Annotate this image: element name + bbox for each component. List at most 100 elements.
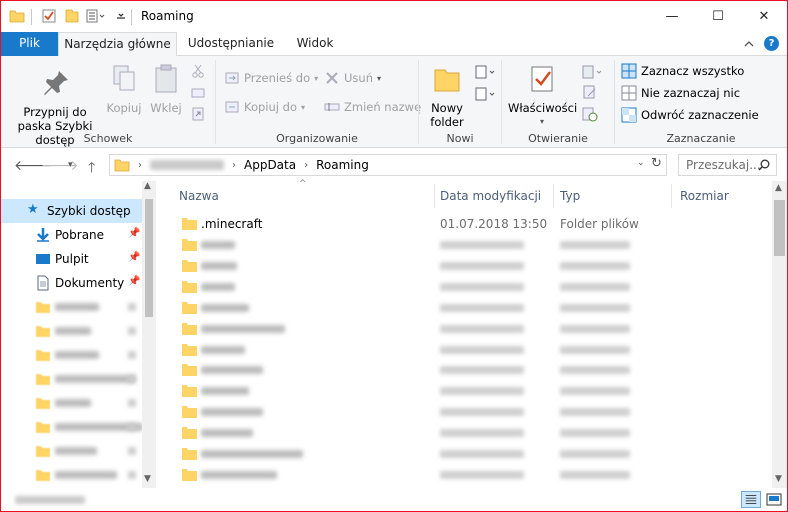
table-row[interactable] <box>174 381 771 402</box>
pin-icon[interactable]: 📌 <box>128 228 140 239</box>
edit-icon[interactable] <box>582 84 598 100</box>
rename-button[interactable]: Zmień nazwę <box>324 97 421 117</box>
table-row[interactable] <box>174 277 771 298</box>
scroll-down-icon[interactable]: ▼ <box>144 474 151 484</box>
folder-icon <box>9 10 25 23</box>
properties-quick-icon[interactable] <box>41 8 57 24</box>
copy-to-button[interactable]: Kopiuj do ▾ <box>224 97 305 117</box>
search-input[interactable]: Przeszukaj... <box>678 154 777 176</box>
file-list: ^ Nazwa Data modyfikacji Typ Rozmiar .mi… <box>158 179 787 488</box>
up-arrow-icon[interactable]: 🡑 <box>88 157 95 181</box>
customize-quick-icon[interactable] <box>86 8 106 24</box>
nav-item-quick-access[interactable]: ★ Szybki dostęp <box>1 199 142 223</box>
row-name-redacted <box>201 408 263 417</box>
row-date-redacted <box>440 261 524 270</box>
new-folder-quick-icon[interactable] <box>64 8 80 24</box>
select-all-icon <box>621 63 637 79</box>
nav-scrollbar[interactable]: ▲ ▼ <box>142 181 156 488</box>
row-type-redacted <box>560 429 630 438</box>
paste-button[interactable]: Wklej <box>147 64 185 115</box>
folder-icon <box>182 218 197 230</box>
move-to-button[interactable]: Przenieś do ▾ <box>224 68 318 88</box>
minimize-button[interactable]: — <box>649 1 695 32</box>
table-row[interactable] <box>174 444 771 465</box>
nav-item-pinned[interactable] <box>1 295 142 319</box>
copy-to-label: Kopiuj do <box>244 100 297 114</box>
easy-access-icon[interactable] <box>475 86 497 102</box>
nav-item-pinned[interactable] <box>1 415 143 439</box>
open-group-label: Otwieranie <box>528 132 588 145</box>
column-header-name[interactable]: Nazwa <box>179 189 219 203</box>
tab-home[interactable]: Narzędzia główne <box>58 32 177 57</box>
table-row[interactable] <box>174 319 771 340</box>
properties-icon <box>531 66 553 92</box>
sort-indicator-icon: ^ <box>299 179 307 189</box>
copy-button[interactable]: Kopiuj <box>105 64 143 115</box>
nav-item-pinned[interactable] <box>1 343 142 367</box>
invert-selection-button[interactable]: Odwróć zaznaczenie <box>621 105 759 125</box>
table-row[interactable] <box>174 465 771 486</box>
row-date-redacted <box>440 324 524 333</box>
table-row[interactable] <box>174 298 771 319</box>
refresh-icon[interactable]: ↻ <box>651 156 662 171</box>
history-icon[interactable] <box>582 106 598 122</box>
pin-icon[interactable]: 📌 <box>128 276 140 287</box>
address-dropdown-icon[interactable]: ⌄ <box>637 158 645 168</box>
delete-button[interactable]: Usuń ▾ <box>324 68 381 88</box>
nav-scroll-thumb[interactable] <box>145 199 153 317</box>
nav-item-pinned[interactable] <box>1 463 142 487</box>
chevron-down-icon[interactable] <box>116 8 126 24</box>
nav-item-pinned[interactable] <box>1 319 142 343</box>
table-row[interactable] <box>174 340 771 361</box>
paste-shortcut-icon[interactable] <box>191 107 205 121</box>
select-none-button[interactable]: Nie zaznaczaj nic <box>621 83 740 103</box>
folder-icon <box>182 259 197 272</box>
breadcrumb-roaming[interactable]: Roaming <box>316 158 369 172</box>
new-item-icon[interactable] <box>475 64 497 80</box>
address-bar[interactable]: › › AppData › Roaming ⌄ ↻ <box>109 154 667 176</box>
row-date: 01.07.2018 13:50 <box>440 217 548 231</box>
tab-share[interactable]: Udostępnianie <box>181 32 281 56</box>
properties-button[interactable]: Właściwości ▾ <box>508 64 577 129</box>
nav-item-desktop[interactable]: Pulpit 📌 <box>1 247 142 271</box>
breadcrumb-user[interactable] <box>150 160 224 170</box>
table-row[interactable] <box>174 235 771 256</box>
nav-item-documents[interactable]: Dokumenty 📌 <box>1 271 142 295</box>
table-row[interactable] <box>174 360 771 381</box>
select-all-button[interactable]: Zaznacz wszystko <box>621 61 744 81</box>
open-icon[interactable] <box>582 64 604 80</box>
breadcrumb-appdata[interactable]: AppData <box>244 158 296 172</box>
nav-item-pinned[interactable] <box>1 367 142 391</box>
ribbon-expand-icon[interactable] <box>744 39 754 49</box>
folder-icon <box>182 239 197 251</box>
maximize-button[interactable]: ☐ <box>695 1 741 32</box>
nav-item-pinned[interactable] <box>1 391 142 415</box>
cut-icon[interactable] <box>191 64 205 78</box>
nav-item-pinned[interactable] <box>1 439 142 463</box>
nav-item-downloads[interactable]: Pobrane 📌 <box>1 223 142 247</box>
file-list-scrollbar[interactable]: ▲ ▼ <box>772 181 787 488</box>
copy-path-icon[interactable] <box>191 86 205 100</box>
large-icons-view-icon[interactable] <box>764 491 784 508</box>
column-header-size[interactable]: Rozmiar <box>680 189 729 203</box>
table-row[interactable] <box>174 256 771 277</box>
recent-locations-icon[interactable]: ▾ <box>68 160 73 170</box>
tab-file[interactable]: Plik <box>1 32 58 56</box>
pin-icon[interactable]: 📌 <box>128 252 140 263</box>
delete-label: Usuń <box>344 71 373 85</box>
scroll-down-icon[interactable]: ▼ <box>775 474 782 484</box>
table-row[interactable] <box>174 402 771 423</box>
scroll-up-icon[interactable]: ▲ <box>775 183 782 193</box>
help-button[interactable]: ? <box>764 36 779 51</box>
table-row[interactable] <box>174 423 771 444</box>
column-header-type[interactable]: Typ <box>560 189 580 203</box>
scroll-up-icon[interactable]: ▲ <box>144 181 151 191</box>
new-folder-button[interactable]: Nowy folder <box>423 64 471 129</box>
file-scroll-thumb[interactable] <box>774 200 785 256</box>
table-row[interactable]: .minecraft 01.07.2018 13:50 Folder plikó… <box>174 214 771 235</box>
details-view-icon[interactable] <box>741 491 761 508</box>
tab-view[interactable]: Widok <box>285 32 345 56</box>
column-header-date[interactable]: Data modyfikacji <box>440 189 541 203</box>
close-button[interactable]: ✕ <box>741 1 787 32</box>
folder-icon <box>36 374 50 385</box>
